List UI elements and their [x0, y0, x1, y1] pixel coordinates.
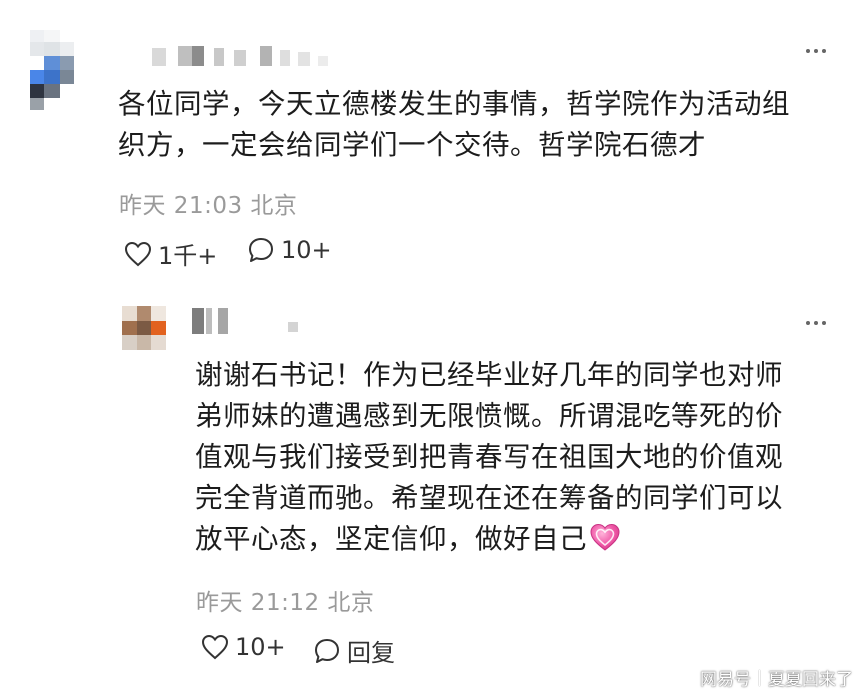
reply-timestamp: 昨天 21:12 北京 — [196, 590, 375, 616]
watermark: 网易号 夏夏回来了 — [700, 665, 853, 690]
more-dots-icon — [806, 49, 810, 53]
heart-outline-icon — [124, 241, 152, 266]
reply-text-line: 值观与我们接受到把青春写在祖国大地的价值观 — [195, 441, 783, 473]
reply-more-options-button[interactable] — [806, 321, 826, 325]
reply-text-line-last: 放平心态，坚定信仰，做好自己 — [195, 519, 835, 560]
reply-button[interactable]: 回复 — [313, 633, 395, 668]
comment-timestamp: 昨天 21:03 北京 — [119, 193, 298, 219]
like-button[interactable]: 1千+ — [124, 236, 217, 271]
reply-text-line: 放平心态，坚定信仰，做好自己 — [195, 523, 587, 555]
speech-bubble-icon — [249, 238, 273, 262]
reply-text-line: 完全背道而驰。希望现在还在筹备的同学们可以 — [195, 482, 783, 514]
like-count: 1千+ — [158, 242, 218, 270]
comment-text-line: 织方，一定会给同学们一个交待。哲学院石德才 — [118, 129, 706, 161]
watermark-author: 夏夏回来了 — [768, 670, 853, 690]
comment-text: 各位同学，今天立德楼发生的事情，哲学院作为活动组 织方，一定会给同学们一个交待。… — [118, 84, 838, 166]
speech-bubble-icon — [315, 638, 339, 663]
reply-label: 回复 — [347, 639, 395, 667]
reply-username-blurred[interactable] — [192, 306, 312, 336]
comment-text-line: 各位同学，今天立德楼发生的事情，哲学院作为活动组 — [118, 88, 790, 120]
reply-like-count: 10+ — [235, 633, 286, 661]
watermark-divider — [759, 669, 760, 686]
reply-like-button[interactable]: 10+ — [201, 633, 286, 661]
reply-text-line: 谢谢石书记！作为已经毕业好几年的同学也对师 — [195, 359, 783, 391]
avatar[interactable] — [22, 30, 78, 110]
more-options-button[interactable] — [806, 49, 826, 53]
reply-count: 10+ — [281, 236, 332, 264]
reply-text: 谢谢石书记！作为已经毕业好几年的同学也对师 弟师妹的遭遇感到无限愤慨。所谓混吃等… — [195, 355, 835, 560]
pink-heart-emoji-icon — [590, 523, 620, 551]
more-dots-icon — [806, 321, 810, 325]
reply-avatar[interactable] — [122, 306, 166, 350]
heart-outline-icon — [201, 634, 229, 660]
reply-text-line: 弟师妹的遭遇感到无限愤慨。所谓混吃等死的价 — [195, 400, 783, 432]
username-blurred[interactable] — [122, 38, 342, 68]
comment-button[interactable]: 10+ — [247, 236, 332, 264]
watermark-site: 网易号 — [700, 670, 751, 690]
